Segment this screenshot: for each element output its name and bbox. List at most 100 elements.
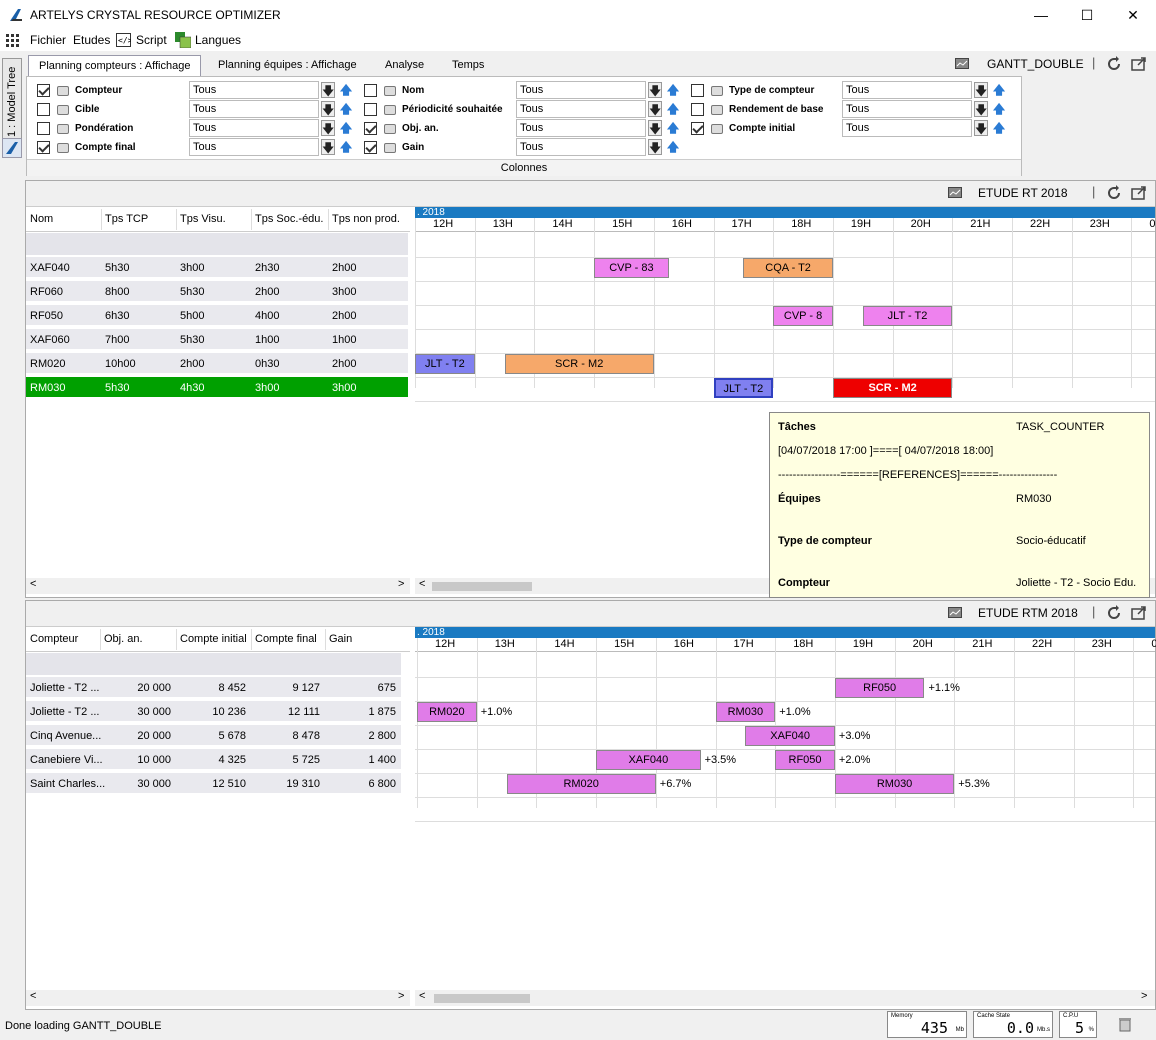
filter-select[interactable]: Tous bbox=[842, 119, 972, 137]
scroll-left-icon[interactable]: < bbox=[30, 990, 36, 1002]
menu-etudes[interactable]: Etudes bbox=[73, 33, 110, 47]
sort-up-icon[interactable]: 🡅 bbox=[339, 139, 353, 155]
scroll-right-icon[interactable]: > bbox=[398, 990, 404, 1002]
sort-up-icon[interactable]: 🡅 bbox=[339, 82, 353, 98]
trash-icon[interactable] bbox=[1118, 1016, 1132, 1032]
scroll-thumb[interactable] bbox=[432, 582, 532, 591]
table-row[interactable]: RF060 8h00 5h30 2h00 3h00 bbox=[26, 281, 408, 303]
column-divider[interactable] bbox=[100, 629, 101, 650]
table-row[interactable]: RM030 5h30 4h30 3h00 3h00 bbox=[26, 377, 408, 399]
refresh-icon[interactable] bbox=[1105, 55, 1123, 73]
table-row[interactable]: XAF060 7h00 5h30 1h00 1h00 bbox=[26, 329, 408, 351]
scroll-left-icon[interactable]: < bbox=[419, 990, 425, 1002]
export-icon[interactable] bbox=[1130, 184, 1148, 202]
sort-down-icon[interactable]: 🡇 bbox=[974, 101, 988, 117]
column-header[interactable]: Gain bbox=[329, 633, 352, 645]
export-icon[interactable] bbox=[1130, 604, 1148, 622]
gantt-task-bar[interactable]: SCR - M2 bbox=[832, 378, 953, 398]
gantt-task-bar[interactable]: CVP - 83 bbox=[594, 258, 669, 278]
gantt-task-bar[interactable]: RM020 bbox=[506, 774, 656, 794]
table-row[interactable]: RM020 10h00 2h00 0h30 2h00 bbox=[26, 353, 408, 375]
filter-select[interactable]: Tous bbox=[189, 138, 319, 156]
filter-select[interactable]: Tous bbox=[516, 138, 646, 156]
visibility-icon[interactable] bbox=[57, 123, 69, 134]
sort-up-icon[interactable]: 🡅 bbox=[339, 101, 353, 117]
column-divider[interactable] bbox=[176, 629, 177, 650]
apps-grid-icon[interactable] bbox=[6, 34, 19, 47]
filter-select[interactable]: Tous bbox=[189, 100, 319, 118]
column-divider[interactable] bbox=[101, 209, 102, 230]
column-divider[interactable] bbox=[251, 209, 252, 230]
visibility-icon[interactable] bbox=[384, 142, 396, 153]
export-icon[interactable] bbox=[1130, 55, 1148, 73]
visibility-icon[interactable] bbox=[711, 123, 723, 134]
sort-down-icon[interactable]: 🡇 bbox=[321, 120, 335, 136]
filter-checkbox[interactable] bbox=[37, 141, 50, 154]
top-grid-scrollbar[interactable]: < > bbox=[26, 578, 410, 594]
gantt-task-bar[interactable]: RF050 bbox=[834, 678, 925, 698]
sort-up-icon[interactable]: 🡅 bbox=[666, 120, 680, 136]
table-row[interactable]: Joliette - T2 ... 30 000 10 236 12 111 1 875 bbox=[26, 701, 401, 723]
column-divider[interactable] bbox=[251, 629, 252, 650]
menu-langues[interactable]: Langues bbox=[195, 33, 241, 47]
scroll-left-icon[interactable]: < bbox=[419, 578, 425, 590]
gantt-task-bar[interactable]: CQA - T2 bbox=[743, 258, 833, 278]
refresh-icon[interactable] bbox=[1105, 604, 1123, 622]
gantt-task-bar[interactable]: SCR - M2 bbox=[504, 354, 654, 374]
filter-select[interactable]: Tous bbox=[189, 81, 319, 99]
sort-down-icon[interactable]: 🡇 bbox=[648, 101, 662, 117]
column-header[interactable]: Compte final bbox=[255, 633, 317, 645]
sort-up-icon[interactable]: 🡅 bbox=[666, 139, 680, 155]
filter-select[interactable]: Tous bbox=[516, 100, 646, 118]
visibility-icon[interactable] bbox=[711, 85, 723, 96]
column-header[interactable]: Compteur bbox=[30, 633, 78, 645]
tab-planning-compteurs[interactable]: Planning compteurs : Affichage bbox=[28, 55, 202, 76]
column-header[interactable]: Tps TCP bbox=[105, 213, 148, 225]
filter-select[interactable]: Tous bbox=[516, 119, 646, 137]
gantt-task-bar[interactable]: RM030 bbox=[715, 702, 776, 722]
visibility-icon[interactable] bbox=[384, 85, 396, 96]
gantt-task-bar[interactable]: JLT - T2 bbox=[862, 306, 953, 326]
scroll-left-icon[interactable]: < bbox=[30, 578, 36, 590]
table-row[interactable]: Saint Charles... 30 000 12 510 19 310 6 800 bbox=[26, 773, 401, 795]
filter-checkbox[interactable] bbox=[364, 103, 377, 116]
filter-select[interactable]: Tous bbox=[842, 100, 972, 118]
sort-up-icon[interactable]: 🡅 bbox=[666, 101, 680, 117]
table-row[interactable]: Joliette - T2 ... 20 000 8 452 9 127 675 bbox=[26, 677, 401, 699]
visibility-icon[interactable] bbox=[57, 142, 69, 153]
column-header[interactable]: Nom bbox=[30, 213, 53, 225]
bottom-grid-filter-row[interactable] bbox=[26, 653, 401, 675]
filter-checkbox[interactable] bbox=[364, 122, 377, 135]
filter-select[interactable]: Tous bbox=[516, 81, 646, 99]
table-row[interactable]: XAF040 5h30 3h00 2h30 2h00 bbox=[26, 257, 408, 279]
sort-up-icon[interactable]: 🡅 bbox=[992, 120, 1006, 136]
column-header[interactable]: Tps Visu. bbox=[180, 213, 226, 225]
filter-select[interactable]: Tous bbox=[842, 81, 972, 99]
table-row[interactable]: Canebiere Vi... 10 000 4 325 5 725 1 400 bbox=[26, 749, 401, 771]
scroll-right-icon[interactable]: > bbox=[1141, 990, 1147, 1002]
close-button[interactable]: ✕ bbox=[1110, 0, 1156, 30]
sort-up-icon[interactable]: 🡅 bbox=[339, 120, 353, 136]
top-grid-filter-row[interactable] bbox=[26, 233, 408, 255]
table-row[interactable]: Cinq Avenue... 20 000 5 678 8 478 2 800 bbox=[26, 725, 401, 747]
filter-checkbox[interactable] bbox=[691, 122, 704, 135]
minimize-button[interactable]: — bbox=[1018, 0, 1064, 30]
model-tree-pin-icon[interactable] bbox=[2, 138, 22, 158]
gantt-task-bar[interactable]: RF050 bbox=[775, 750, 835, 770]
chart-view-icon[interactable] bbox=[948, 607, 962, 618]
sort-down-icon[interactable]: 🡇 bbox=[321, 82, 335, 98]
column-header[interactable]: Tps non prod. bbox=[332, 213, 400, 225]
sort-down-icon[interactable]: 🡇 bbox=[648, 139, 662, 155]
visibility-icon[interactable] bbox=[384, 104, 396, 115]
menu-fichier[interactable]: Fichier bbox=[30, 33, 66, 47]
tab-planning-equipes[interactable]: Planning équipes : Affichage bbox=[208, 55, 367, 76]
sort-down-icon[interactable]: 🡇 bbox=[321, 139, 335, 155]
gantt-task-bar[interactable]: XAF040 bbox=[745, 726, 835, 746]
column-divider[interactable] bbox=[325, 629, 326, 650]
sort-down-icon[interactable]: 🡇 bbox=[648, 82, 662, 98]
gantt-task-bar[interactable]: XAF040 bbox=[596, 750, 701, 770]
bottom-gantt-scrollbar[interactable]: < > bbox=[415, 990, 1155, 1006]
tab-analyse[interactable]: Analyse bbox=[375, 55, 434, 76]
scroll-right-icon[interactable]: > bbox=[398, 578, 404, 590]
filter-checkbox[interactable] bbox=[364, 141, 377, 154]
